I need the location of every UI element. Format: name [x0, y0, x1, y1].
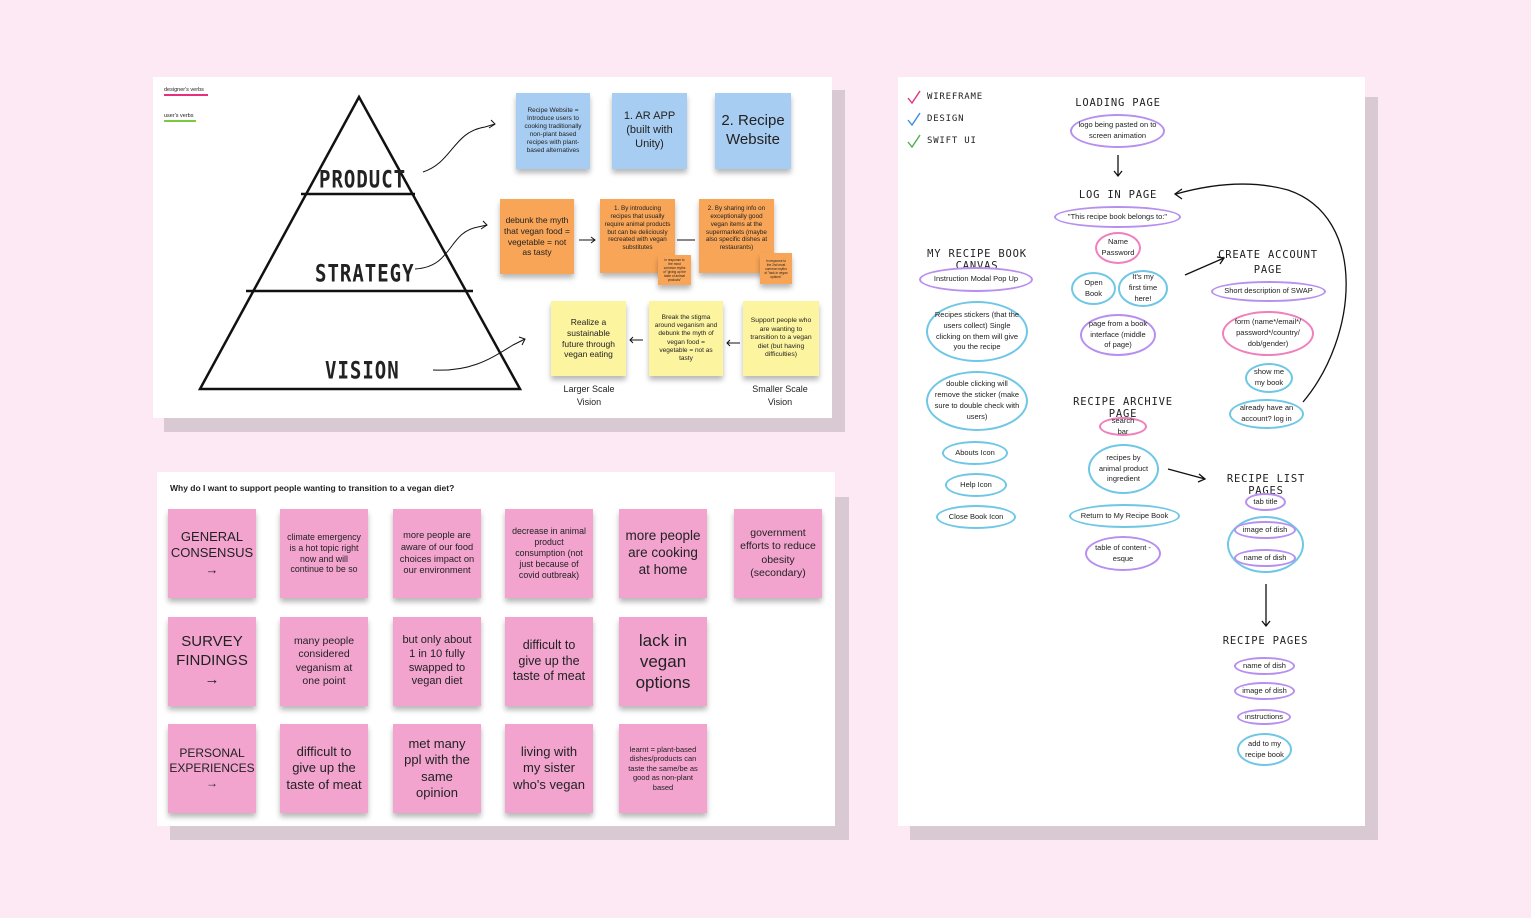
note-reason: government efforts to reduce obesity (se… — [734, 509, 822, 598]
bubble-show-my-book: show me my book — [1245, 363, 1293, 393]
note-recipe-website: 2. Recipe Website — [715, 93, 791, 169]
bubble-name-password: Name Password — [1095, 232, 1141, 264]
bubble-add-to-recipe-book: add to my recipe book — [1237, 733, 1292, 766]
bubble-first-time: It's my first time here! — [1118, 270, 1168, 307]
note-reason: but only about 1 in 10 fully swapped to … — [393, 617, 481, 706]
note-category-label: SURVEY FINDINGS → — [168, 617, 256, 706]
note-reason: learnt = plant-based dishes/products can… — [619, 724, 707, 813]
bubble-instruction-modal: Instruction Modal Pop Up — [919, 267, 1033, 292]
pyramid-outline — [197, 94, 523, 391]
note-vision-break-stigma: Break the stigma around veganism and deb… — [649, 301, 723, 376]
caption-larger-scale: Larger Scale Vision — [563, 384, 615, 407]
note-reason: difficult to give up the taste of meat — [280, 724, 368, 813]
bubble-search-bar: search bar — [1099, 416, 1147, 436]
bubble-abouts-icon: Abouts Icon — [942, 441, 1008, 465]
bubble-return-recipe-book: Return to My Recipe Book — [1069, 504, 1180, 528]
bubble-list-image-of-dish: image of dish — [1234, 521, 1296, 539]
bubble-logo-animation: logo being pasted on to screen animation — [1070, 114, 1165, 148]
bubble-recipes-by-ingredient: recipes by animal product ingredient — [1088, 444, 1159, 494]
bubble-list-name-of-dish: name of dish — [1234, 549, 1296, 567]
note-strategy-sharing-small: in response to the 2nd most common myths… — [760, 253, 792, 284]
bubble-recipe-name-of-dish: name of dish — [1234, 657, 1295, 675]
note-reason: difficult to give up the taste of meat — [505, 617, 593, 706]
note-vision-support: Support people who are wanting to transi… — [743, 301, 819, 376]
bubble-double-click: double clicking will remove the sticker … — [926, 371, 1028, 431]
heading-login-page: LOG IN PAGE — [1078, 189, 1158, 201]
bubble-help-icon: Help Icon — [945, 473, 1007, 497]
note-recipe-website-definition: Recipe Website = Introduce users to cook… — [516, 93, 590, 169]
note-reason: living with my sister who's vegan — [505, 724, 593, 813]
bubble-book-interface: page from a book interface (middle of pa… — [1080, 314, 1156, 356]
note-reason: lack in vegan options — [619, 617, 707, 706]
sitemap-board: WIREFRAME DESIGN SWIFT UI LOADING PAGE l… — [898, 77, 1365, 826]
note-category-label: PERSONAL EXPERIENCES → — [168, 724, 256, 813]
bubble-tab-title: tab title — [1245, 493, 1286, 511]
note-reason: more people are aware of our food choice… — [393, 509, 481, 598]
note-reason: met many ppl with the same opinion — [393, 724, 481, 813]
note-vision-realize: Realize a sustainable future through veg… — [551, 301, 626, 376]
bubble-instructions: instructions — [1237, 709, 1291, 725]
heading-loading-page: LOADING PAGE — [1075, 97, 1161, 109]
heading-recipe-pages: RECIPE PAGES — [1222, 635, 1309, 647]
bubble-close-book-icon: Close Book Icon — [936, 505, 1016, 529]
bubble-recipe-stickers: Recipes stickers (that the users collect… — [926, 301, 1028, 362]
pyramid-label-strategy: STRATEGY — [315, 260, 415, 288]
note-category-label: GENERAL CONSENSUS → — [168, 509, 256, 598]
pyramid-board: designer's verbs user's verbs PRODUCT ST… — [153, 77, 832, 418]
bubble-already-have-account: already have an account? log in — [1229, 399, 1304, 429]
note-debunk-myth: debunk the myth that vegan food = vegeta… — [500, 199, 574, 274]
bubble-table-of-content: table of content -esque — [1085, 536, 1161, 571]
arrow-vision — [432, 338, 526, 371]
note-reason: more people are cooking at home — [619, 509, 707, 598]
note-reason: many people considered veganism at one p… — [280, 617, 368, 706]
reasons-board: Why do I want to support people wanting … — [157, 472, 835, 826]
note-reason: decrease in animal product consumption (… — [505, 509, 593, 598]
heading-create-account: CREATE ACCOUNT PAGE — [1218, 249, 1318, 276]
caption-smaller-scale: Smaller Scale Vision — [752, 384, 808, 407]
reasons-question: Why do I want to support people wanting … — [170, 483, 455, 493]
note-ar-app: 1. AR APP (built with Unity) — [612, 93, 687, 169]
pyramid-label-vision: VISION — [325, 357, 400, 385]
bubble-recipe-image-of-dish: image of dish — [1234, 682, 1295, 700]
pyramid-label-product: PRODUCT — [319, 166, 407, 194]
note-strategy-introducing-small: in response to the most common myths of … — [658, 255, 691, 285]
bubble-short-description: Short description of SWAP — [1211, 281, 1326, 302]
arrow-product — [422, 123, 496, 173]
bubble-recipe-book-belongs: "This recipe book belongs to:" — [1054, 206, 1181, 228]
note-reason: climate emergency is a hot topic right n… — [280, 509, 368, 598]
bubble-account-form: form (name*/email*/ password*/country/ d… — [1222, 311, 1314, 356]
bubble-open-book: Open Book — [1071, 272, 1116, 305]
